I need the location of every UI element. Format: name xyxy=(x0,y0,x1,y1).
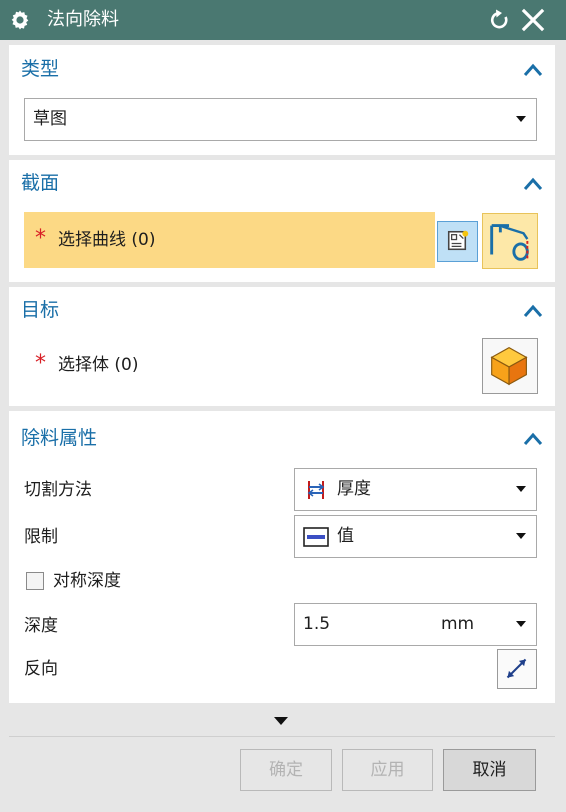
limit-label: 限制 xyxy=(24,527,58,547)
dropdown-arrow-icon xyxy=(516,621,526,627)
curve-rule-icon xyxy=(490,224,529,261)
select-curve-row[interactable]: * 选择曲线 (0) xyxy=(24,212,435,268)
select-curve-label: 选择曲线 (0) xyxy=(58,230,156,250)
target-section-title: 目标 xyxy=(21,299,60,321)
chevron-up-icon[interactable] xyxy=(523,432,543,446)
chevron-up-icon[interactable] xyxy=(523,304,543,318)
type-dropdown[interactable]: 草图 xyxy=(24,98,537,141)
ok-button[interactable]: 确定 xyxy=(240,749,332,791)
thickness-icon xyxy=(307,481,325,499)
depth-input[interactable]: 1.5 mm xyxy=(294,603,537,646)
section-section-title: 截面 xyxy=(21,172,60,194)
curve-rule-button[interactable] xyxy=(482,213,538,269)
symmetric-depth-checkbox[interactable] xyxy=(26,572,44,590)
limit-value: 值 xyxy=(337,526,354,546)
section-section: 截面 * 选择曲线 (0) xyxy=(9,160,555,282)
depth-unit: mm xyxy=(441,614,475,634)
cut-method-dropdown[interactable]: 厚度 xyxy=(294,468,537,511)
solid-body-icon xyxy=(490,347,528,386)
depth-label: 深度 xyxy=(24,616,58,636)
reverse-direction-icon xyxy=(506,658,527,679)
symmetric-depth-label: 对称深度 xyxy=(53,571,121,591)
type-dropdown-value: 草图 xyxy=(33,109,67,129)
target-section: 目标 * 选择体 (0) xyxy=(9,287,555,406)
dropdown-arrow-icon xyxy=(516,116,526,122)
reverse-direction-button[interactable] xyxy=(497,649,537,689)
select-body-row[interactable]: * 选择体 (0) xyxy=(24,342,464,392)
select-body-button[interactable] xyxy=(482,338,538,394)
type-section: 类型 草图 xyxy=(9,45,555,155)
chevron-up-icon[interactable] xyxy=(523,63,543,77)
limit-dropdown[interactable]: 值 xyxy=(294,515,537,558)
type-section-title: 类型 xyxy=(21,58,60,80)
sketch-section-button[interactable] xyxy=(437,221,478,262)
required-mark: * xyxy=(35,351,46,376)
cut-properties-section: 除料属性 切割方法 厚度 限制 值 对称深度 深度 1.5 mm 反向 xyxy=(9,411,555,703)
close-icon[interactable] xyxy=(520,7,546,33)
reset-icon[interactable] xyxy=(488,8,512,32)
cancel-button[interactable]: 取消 xyxy=(443,749,536,791)
cut-method-label: 切割方法 xyxy=(24,480,92,500)
value-icon xyxy=(303,527,329,547)
required-mark: * xyxy=(35,226,46,251)
expand-more-icon[interactable] xyxy=(274,717,288,725)
sketch-section-icon xyxy=(447,230,469,251)
divider xyxy=(9,736,555,737)
gear-icon[interactable] xyxy=(8,8,32,32)
dialog-title: 法向除料 xyxy=(47,9,119,30)
dropdown-arrow-icon xyxy=(516,533,526,539)
cut-method-value: 厚度 xyxy=(337,479,371,499)
reverse-label: 反向 xyxy=(24,659,58,679)
cut-properties-title: 除料属性 xyxy=(21,427,98,449)
dropdown-arrow-icon xyxy=(516,486,526,492)
apply-button[interactable]: 应用 xyxy=(342,749,433,791)
depth-value: 1.5 xyxy=(303,614,331,634)
title-bar: 法向除料 xyxy=(0,0,566,40)
chevron-up-icon[interactable] xyxy=(523,177,543,191)
select-body-label: 选择体 (0) xyxy=(58,355,139,375)
